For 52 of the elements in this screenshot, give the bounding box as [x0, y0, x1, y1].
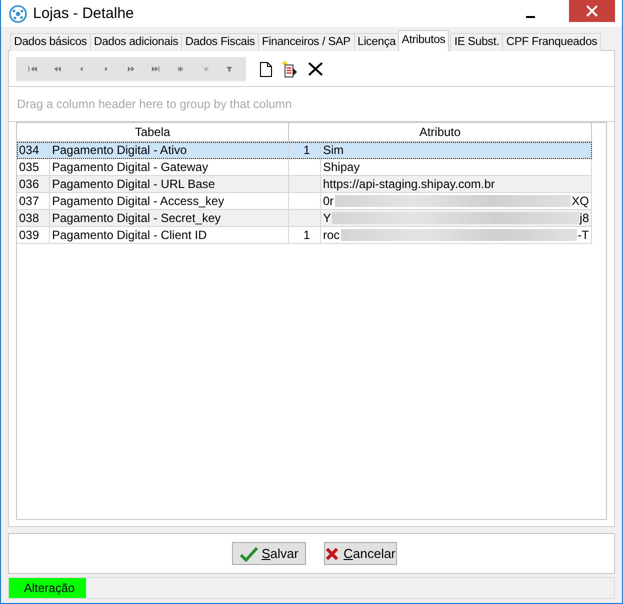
table-cell: 036 — [17, 176, 50, 193]
table-cell: 038 — [17, 210, 50, 227]
tab[interactable]: IE Subst. — [450, 33, 504, 51]
column-header[interactable]: Atributo — [289, 123, 592, 142]
filter-icon[interactable] — [225, 65, 234, 73]
skip-last-icon[interactable] — [151, 65, 160, 73]
tab[interactable]: CPF Franqueados — [502, 33, 602, 51]
close-icon — [586, 5, 598, 17]
table-cell: Shipay — [323, 160, 360, 174]
table-row[interactable]: 038 Pagamento Digital - Secret_key Y j8 — [17, 210, 592, 227]
skip-first-icon[interactable] — [28, 65, 37, 73]
table-cell: 034 — [17, 142, 50, 159]
group-by-panel: Drag a column header here to group by that column — [9, 86, 614, 122]
check-icon — [240, 546, 258, 562]
column-header[interactable]: Tabela — [17, 123, 289, 142]
table-cell: 1 — [303, 228, 310, 242]
close-button[interactable] — [569, 0, 615, 22]
table-row[interactable]: 039 Pagamento Digital - Client ID 1 roc -T — [17, 227, 592, 244]
table-cell: Pagamento Digital - URL Base — [50, 176, 289, 193]
table-cell: roc — [323, 228, 340, 242]
tab[interactable]: Dados Fiscais — [181, 33, 259, 51]
table-cell: Pagamento Digital - Client ID — [50, 227, 289, 244]
table-cell: Y — [323, 211, 332, 225]
cancel-button[interactable]: Cancelar — [324, 542, 397, 565]
table-cell: https://api-staging.shipay.com.br — [323, 177, 495, 191]
new-document-icon[interactable] — [260, 62, 272, 76]
table-cell: 1 — [303, 143, 310, 157]
tab[interactable]: Dados adicionais — [90, 33, 182, 51]
double-left-arrow-icon[interactable] — [52, 65, 62, 73]
tab[interactable]: Licença — [354, 33, 400, 51]
delete-icon[interactable] — [308, 62, 323, 76]
double-right-arrow-icon[interactable] — [126, 65, 136, 73]
table-cell: XQ — [572, 194, 589, 208]
tab[interactable]: Financeiros / SAP — [258, 33, 354, 51]
table-cell: -T — [578, 228, 589, 242]
save-button[interactable]: Salvar — [232, 542, 306, 565]
table-row[interactable]: 036 Pagamento Digital - URL Base https://api-staging.shipay.com.br — [17, 176, 592, 193]
window-title: Lojas - Detalhe — [33, 5, 135, 22]
table-row[interactable]: 034 Pagamento Digital - Ativo 1 Sim — [17, 142, 592, 159]
tab[interactable]: Dados básicos — [10, 33, 91, 51]
table-cell: Pagamento Digital - Secret_key — [50, 210, 289, 227]
status-mode: Alteração — [9, 578, 86, 598]
table-cell: Sim — [323, 143, 344, 157]
table-cell: 0r — [323, 194, 334, 208]
tab[interactable]: Atributos — [398, 30, 450, 51]
table-cell: j8 — [580, 211, 589, 225]
cross-icon — [325, 546, 340, 560]
asterisk-icon[interactable] — [176, 65, 185, 73]
table-cell: Pagamento Digital - Ativo — [50, 142, 289, 159]
table-cell: 039 — [17, 227, 50, 244]
app-icon — [9, 4, 27, 22]
edit-document-icon[interactable] — [282, 60, 298, 78]
